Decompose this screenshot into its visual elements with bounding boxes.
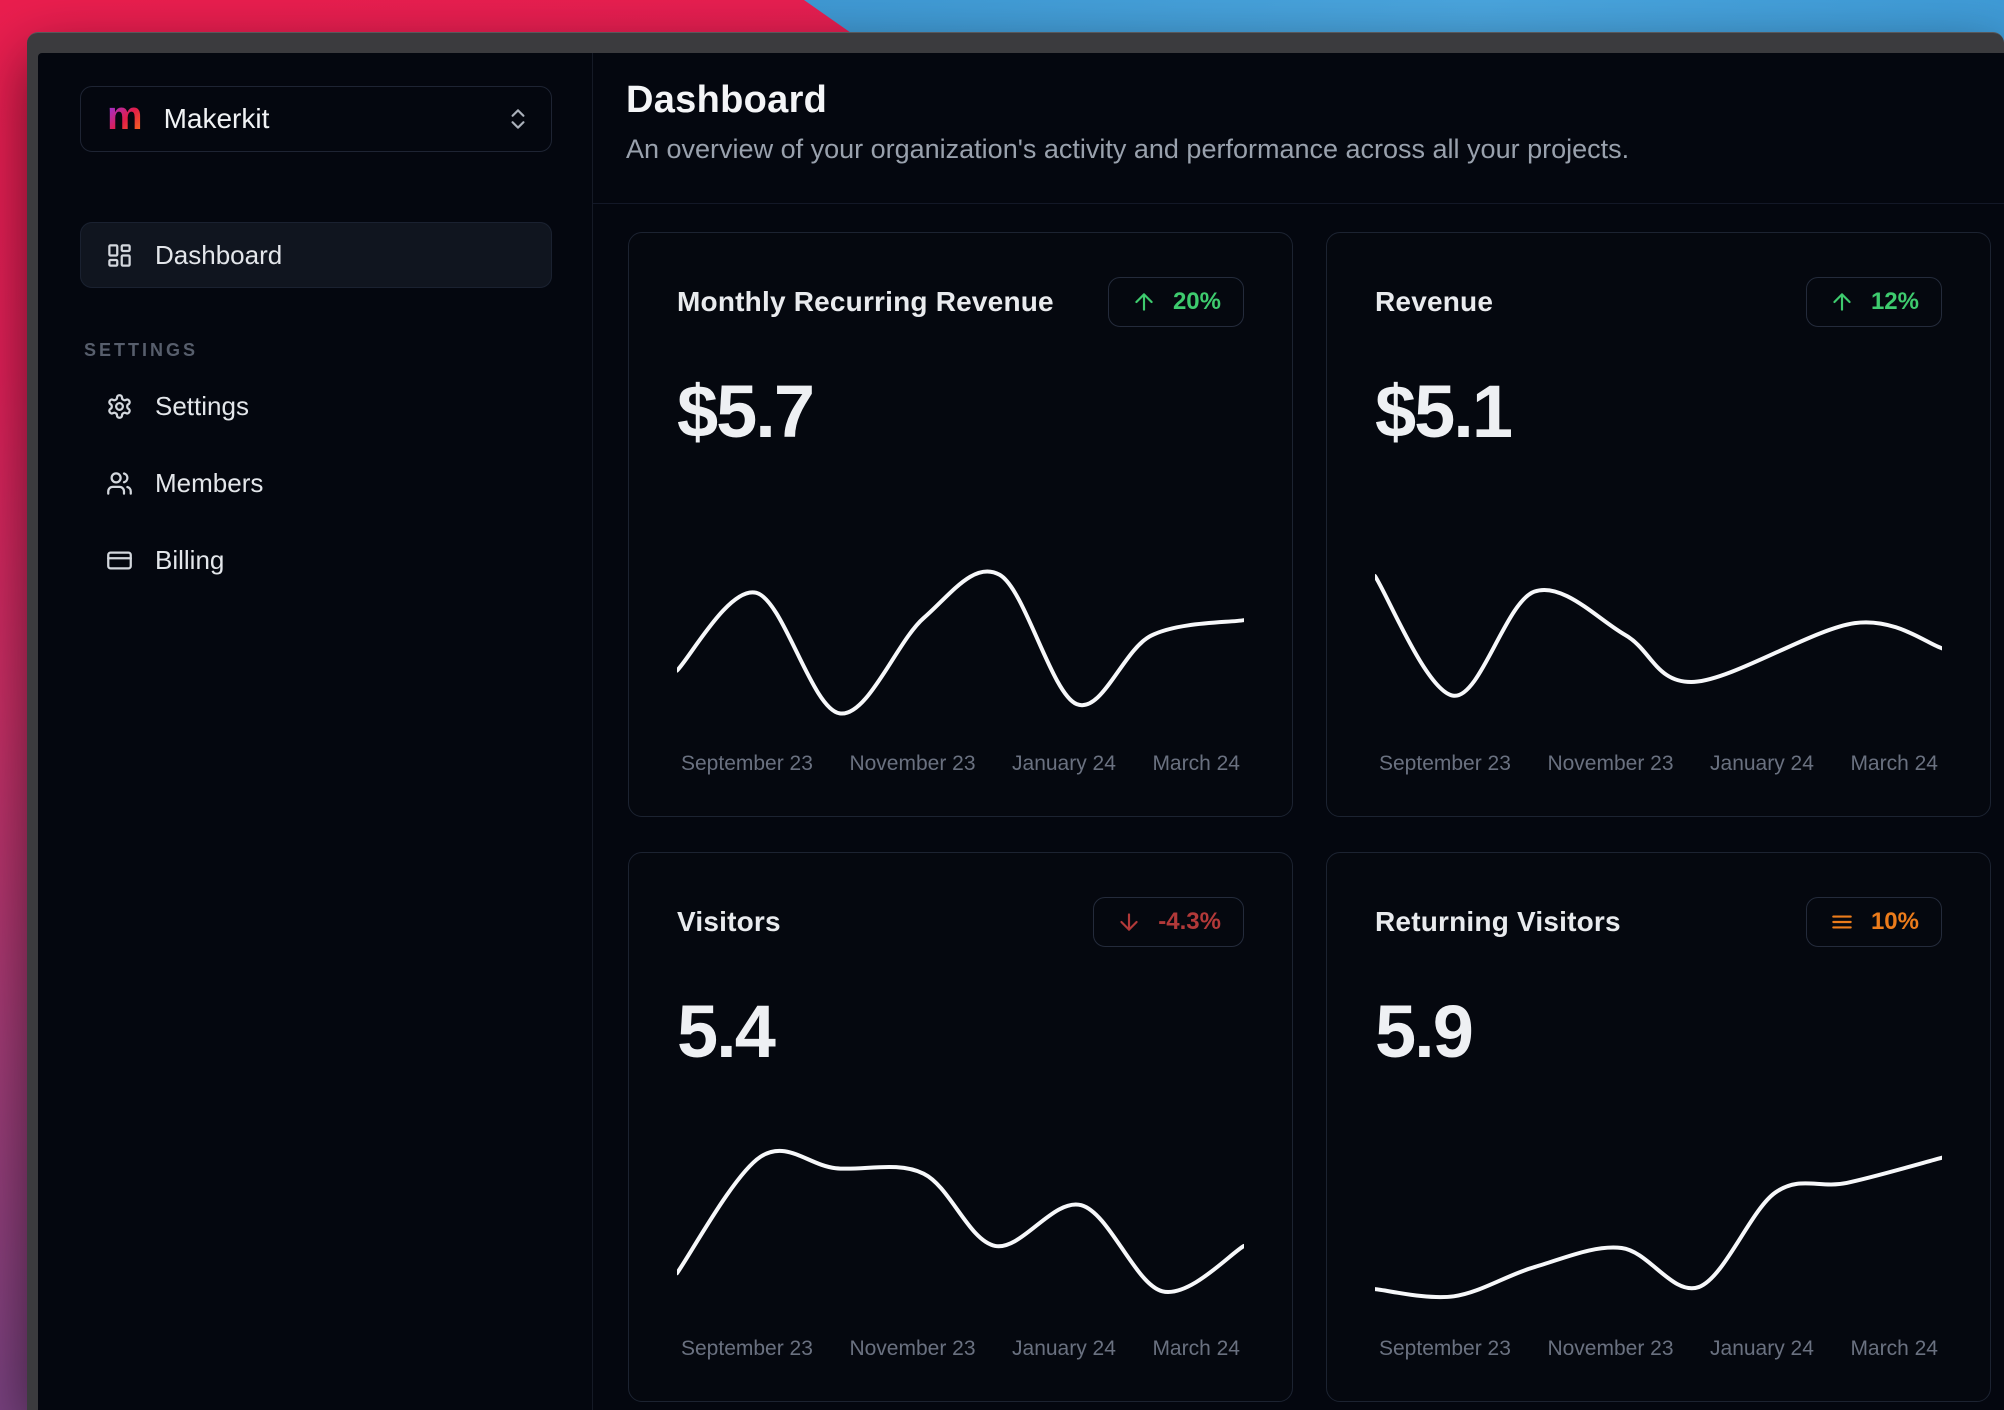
sparkline-chart — [677, 558, 1244, 726]
chevrons-up-down-icon — [505, 106, 531, 132]
x-axis-labels: September 23 November 23 January 24 Marc… — [1375, 1337, 1942, 1361]
card-title: Revenue — [1375, 286, 1494, 317]
sparkline-chart — [1375, 1143, 1942, 1311]
x-axis-labels: September 23 November 23 January 24 Marc… — [1375, 752, 1942, 776]
main-area: Dashboard An overview of your organizati… — [593, 53, 2004, 1410]
users-icon — [106, 470, 133, 497]
axis-tick: September 23 — [1379, 752, 1511, 775]
metric-value: 5.4 — [677, 990, 776, 1073]
axis-tick: January 24 — [1012, 752, 1116, 775]
axis-tick: November 23 — [849, 752, 976, 775]
sidebar-item-label: Settings — [155, 390, 249, 421]
page-title: Dashboard — [626, 79, 828, 121]
arrow-down-icon — [1116, 909, 1142, 935]
axis-tick: September 23 — [1379, 1337, 1511, 1360]
trend-value: 20% — [1172, 288, 1221, 315]
page-header: Dashboard An overview of your organizati… — [593, 53, 2004, 204]
trend-badge: 12% — [1805, 277, 1942, 327]
card-title: Visitors — [677, 906, 781, 937]
axis-tick: November 23 — [1547, 1337, 1674, 1360]
axis-tick: March 24 — [1152, 1337, 1240, 1360]
axis-tick: September 23 — [681, 752, 813, 775]
sidebar-item-label: Billing — [155, 544, 225, 575]
makerkit-logo: m — [107, 94, 143, 138]
card-title: Monthly Recurring Revenue — [677, 286, 1054, 317]
app-window: m Makerkit Dashboard SETTINGS Settings M… — [27, 32, 2004, 1410]
trend-value: 10% — [1870, 908, 1919, 935]
workspace-name: Makerkit — [163, 103, 270, 134]
x-axis-labels: September 23 November 23 January 24 Marc… — [677, 752, 1244, 776]
metric-cards-grid: Monthly Recurring Revenue 20% $5.7 Septe… — [593, 204, 2004, 1410]
card-revenue: Revenue 12% $5.1 September 23 November 2… — [1326, 232, 1991, 817]
sidebar-item-members[interactable]: Members — [80, 450, 552, 516]
arrow-up-icon — [1131, 289, 1157, 315]
menu-lines-icon — [1829, 909, 1855, 935]
arrow-up-icon — [1829, 289, 1855, 315]
axis-tick: March 24 — [1152, 752, 1240, 775]
page-subtitle: An overview of your organization's activ… — [626, 134, 1630, 164]
metric-value: $5.1 — [1375, 370, 1513, 453]
trend-badge: 10% — [1805, 897, 1942, 947]
dashboard-grid-icon — [106, 242, 133, 269]
trend-value: 12% — [1870, 288, 1919, 315]
sparkline-chart — [677, 1143, 1244, 1311]
axis-tick: September 23 — [681, 1337, 813, 1360]
card-title: Returning Visitors — [1375, 906, 1621, 937]
sidebar: m Makerkit Dashboard SETTINGS Settings M… — [38, 53, 593, 1410]
trend-value: -4.3% — [1158, 908, 1221, 935]
card-returning-visitors: Returning Visitors 10% 5.9 September 23 … — [1326, 852, 1991, 1402]
app-content: m Makerkit Dashboard SETTINGS Settings M… — [38, 53, 2004, 1410]
sidebar-item-dashboard[interactable]: Dashboard — [80, 222, 552, 288]
sidebar-nav: Dashboard SETTINGS Settings Members Bill… — [80, 222, 552, 593]
x-axis-labels: September 23 November 23 January 24 Marc… — [677, 1337, 1244, 1361]
trend-badge: -4.3% — [1093, 897, 1244, 947]
axis-tick: November 23 — [849, 1337, 976, 1360]
axis-tick: January 24 — [1710, 1337, 1814, 1360]
card-monthly-recurring-revenue: Monthly Recurring Revenue 20% $5.7 Septe… — [628, 232, 1293, 817]
sidebar-item-settings[interactable]: Settings — [80, 373, 552, 439]
metric-value: $5.7 — [677, 370, 815, 453]
sidebar-item-label: Dashboard — [155, 239, 283, 270]
axis-tick: January 24 — [1710, 752, 1814, 775]
sparkline-chart — [1375, 558, 1942, 726]
workspace-selector[interactable]: m Makerkit — [80, 86, 552, 152]
axis-tick: March 24 — [1850, 1337, 1938, 1360]
axis-tick: November 23 — [1547, 752, 1674, 775]
axis-tick: March 24 — [1850, 752, 1938, 775]
gear-icon — [106, 393, 133, 420]
axis-tick: January 24 — [1012, 1337, 1116, 1360]
credit-card-icon — [106, 547, 133, 574]
trend-badge: 20% — [1107, 277, 1244, 327]
card-visitors: Visitors -4.3% 5.4 September 23 November… — [628, 852, 1293, 1402]
sidebar-item-label: Members — [155, 467, 264, 498]
sidebar-section-settings: SETTINGS — [84, 340, 199, 360]
metric-value: 5.9 — [1375, 990, 1474, 1073]
sidebar-item-billing[interactable]: Billing — [80, 527, 552, 593]
